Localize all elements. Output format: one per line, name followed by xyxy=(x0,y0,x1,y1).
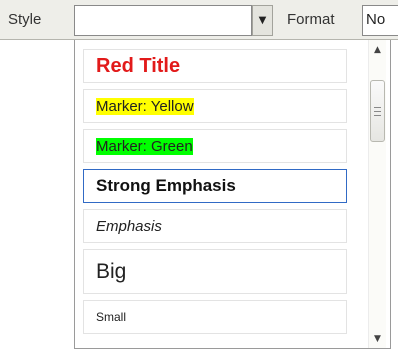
style-option-marker-yellow[interactable]: Marker: Yellow xyxy=(83,89,347,123)
style-option-label: Red Title xyxy=(96,54,181,77)
style-option-label: Marker: Yellow xyxy=(96,97,194,115)
style-option-small[interactable]: Small xyxy=(83,300,347,334)
chevron-down-icon: ▼ xyxy=(258,15,267,26)
style-option-label: Big xyxy=(96,259,127,283)
style-combo-button[interactable]: ▼ xyxy=(252,5,273,36)
grip-icon xyxy=(374,106,381,116)
style-option-marker-green[interactable]: Marker: Green xyxy=(83,129,347,163)
style-option-label: Emphasis xyxy=(96,217,162,235)
style-option-label: Small xyxy=(96,310,127,324)
style-label: Style xyxy=(8,11,42,28)
format-combo-value: No xyxy=(366,11,386,28)
scroll-down-button[interactable]: ▼ xyxy=(369,329,386,348)
style-option-label: Strong Emphasis xyxy=(96,176,236,195)
dropdown-scrollbar[interactable]: ▲ ▼ xyxy=(368,40,386,348)
style-option-red-title[interactable]: Red Title xyxy=(83,49,347,83)
style-option-label: Marker: Green xyxy=(96,137,193,155)
scroll-up-button[interactable]: ▲ xyxy=(369,40,386,60)
toolbar: Style ▼ Format No xyxy=(0,0,398,40)
format-label: Format xyxy=(287,11,335,28)
chevron-up-icon: ▲ xyxy=(374,45,381,55)
style-option-emphasis[interactable]: Emphasis xyxy=(83,209,347,243)
scrollbar-thumb[interactable] xyxy=(370,80,385,142)
style-option-strong-emphasis[interactable]: Strong Emphasis xyxy=(83,169,347,203)
style-option-big[interactable]: Big xyxy=(83,249,347,294)
chevron-down-icon: ▼ xyxy=(374,334,381,344)
style-dropdown-panel: Red Title Marker: Yellow Marker: Green S… xyxy=(74,40,391,349)
style-combo[interactable] xyxy=(74,5,252,36)
